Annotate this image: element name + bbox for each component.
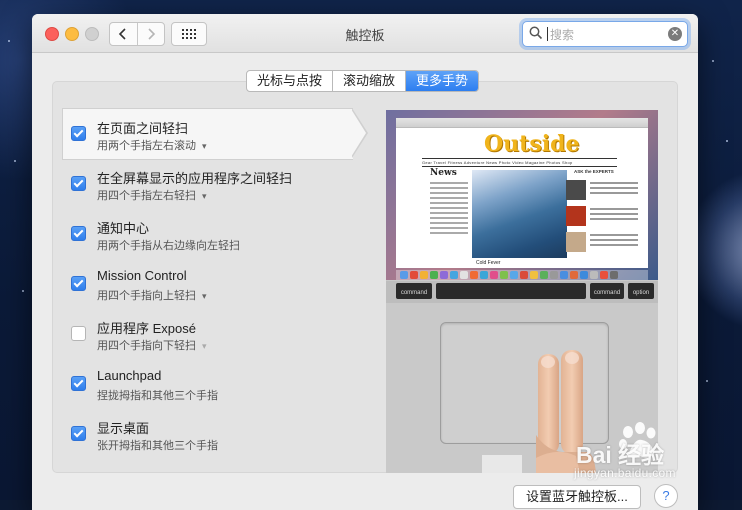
- gesture-option-label: 用四个手指向下轻扫: [97, 340, 196, 352]
- gesture-checkbox[interactable]: [71, 426, 86, 441]
- preview-key-space: [436, 283, 586, 299]
- preview-key-option: option: [628, 283, 654, 299]
- chevron-down-icon: ▾: [202, 291, 207, 301]
- preview-site-nav: Gear Travel Fitness Adventure News Photo…: [422, 158, 617, 167]
- search-placeholder: 搜索: [550, 28, 575, 42]
- watermark: Bai 经验 jingyan.baidu.com: [570, 418, 740, 488]
- preview-iceberg-photo: [472, 170, 567, 258]
- preview-text-lines: [430, 182, 468, 237]
- gesture-description: 用两个手指从右边缘向左轻扫: [97, 240, 240, 252]
- gesture-item-show-desktop[interactable]: 显示桌面 张开拇指和其他三个手指: [62, 408, 372, 458]
- gesture-name: Launchpad: [97, 368, 162, 383]
- clear-search-icon[interactable]: ✕: [668, 27, 682, 41]
- gesture-item-swipe-pages[interactable]: 在页面之间轻扫 用两个手指左右滚动 ▾: [62, 108, 372, 160]
- preview-thumb-text: [590, 234, 638, 249]
- search-input[interactable]: 搜索 ✕: [522, 21, 688, 47]
- selection-arrow-fill: [351, 109, 366, 157]
- preview-thumb-text: [590, 182, 638, 197]
- preview-screen: Outside Gear Travel Fitness Adventure Ne…: [386, 110, 658, 280]
- gesture-item-mission-control[interactable]: Mission Control 用四个手指向上轻扫 ▾: [62, 258, 372, 308]
- preview-key-command: command: [590, 283, 624, 299]
- preview-key-command: command: [396, 283, 432, 299]
- tab-more-gestures[interactable]: 更多手势: [405, 71, 479, 91]
- gesture-description: 张开拇指和其他三个手指: [97, 440, 218, 452]
- search-icon: [529, 26, 543, 40]
- gesture-checkbox[interactable]: [71, 126, 86, 141]
- gesture-name: 通知中心: [97, 221, 150, 236]
- text-caret: [547, 27, 548, 41]
- gesture-option-label: 用四个手指向上轻扫: [97, 290, 196, 302]
- preview-browser: Outside Gear Travel Fitness Adventure Ne…: [396, 118, 648, 268]
- gesture-name: 应用程序 Exposé: [97, 321, 196, 336]
- gesture-checkbox[interactable]: [71, 376, 86, 391]
- gesture-option: 用四个手指向下轻扫 ▾: [97, 337, 207, 353]
- gesture-checkbox[interactable]: [71, 226, 86, 241]
- chevron-down-icon: ▾: [202, 341, 207, 351]
- chevron-down-icon: ▾: [202, 141, 207, 151]
- gesture-option-label: 用两个手指左右滚动: [97, 140, 196, 152]
- preview-thumb: [566, 232, 586, 252]
- gesture-item-swipe-fullscreen-apps[interactable]: 在全屏幕显示的应用程序之间轻扫 用四个手指左右轻扫 ▾: [62, 158, 372, 208]
- gesture-name: 在全屏幕显示的应用程序之间轻扫: [97, 171, 293, 186]
- setup-bluetooth-trackpad-button[interactable]: 设置蓝牙触控板...: [513, 485, 641, 509]
- preview-browser-chrome: [396, 118, 648, 128]
- tab-scroll-zoom[interactable]: 滚动缩放: [332, 71, 405, 91]
- preview-site-logo: Outside: [484, 131, 580, 157]
- gesture-checkbox[interactable]: [71, 176, 86, 191]
- tab-point-click[interactable]: 光标与点按: [247, 71, 332, 91]
- title-bar: 触控板 搜索 ✕: [32, 14, 698, 53]
- chevron-down-icon: ▾: [202, 191, 207, 201]
- gesture-option[interactable]: 用四个手指左右轻扫 ▾: [97, 187, 207, 203]
- gesture-item-notification-center[interactable]: 通知中心 用两个手指从右边缘向左轻扫: [62, 208, 372, 258]
- preview-thumb: [566, 180, 586, 200]
- gesture-name: Mission Control: [97, 268, 187, 283]
- gesture-option[interactable]: 用四个手指向上轻扫 ▾: [97, 287, 207, 303]
- gesture-name: 显示桌面: [97, 421, 150, 436]
- gesture-list: 在页面之间轻扫 用两个手指左右滚动 ▾ 在全屏幕显示的应用程序之间轻扫 用四个手指…: [62, 108, 372, 458]
- gesture-item-app-expose[interactable]: 应用程序 Exposé 用四个手指向下轻扫 ▾: [62, 308, 372, 358]
- preview-thumb: [566, 206, 586, 226]
- preview-sidebar-heading: ASK the EXPERTS: [574, 169, 614, 174]
- preview-section-title: News: [430, 168, 457, 178]
- gesture-checkbox[interactable]: [71, 276, 86, 291]
- gesture-checkbox[interactable]: [71, 326, 86, 341]
- preview-thumb-text: [590, 208, 638, 223]
- preview-keyboard: command command option: [386, 281, 658, 303]
- gesture-option[interactable]: 用两个手指左右滚动 ▾: [97, 137, 207, 153]
- gesture-option-label: 用四个手指左右轻扫: [97, 190, 196, 202]
- gesture-name: 在页面之间轻扫: [97, 121, 189, 136]
- tab-bar: 光标与点按 滚动缩放 更多手势: [246, 70, 480, 92]
- preview-dock: [396, 270, 648, 280]
- gesture-item-launchpad[interactable]: Launchpad 捏拢拇指和其他三个手指: [62, 358, 372, 408]
- watermark-brand: Bai 经验: [576, 442, 665, 468]
- preview-photo-caption: Cold Fever: [476, 260, 501, 266]
- watermark-url: jingyan.baidu.com: [574, 466, 676, 480]
- gesture-description: 捏拢拇指和其他三个手指: [97, 390, 218, 402]
- preview-sleeve: [482, 455, 522, 473]
